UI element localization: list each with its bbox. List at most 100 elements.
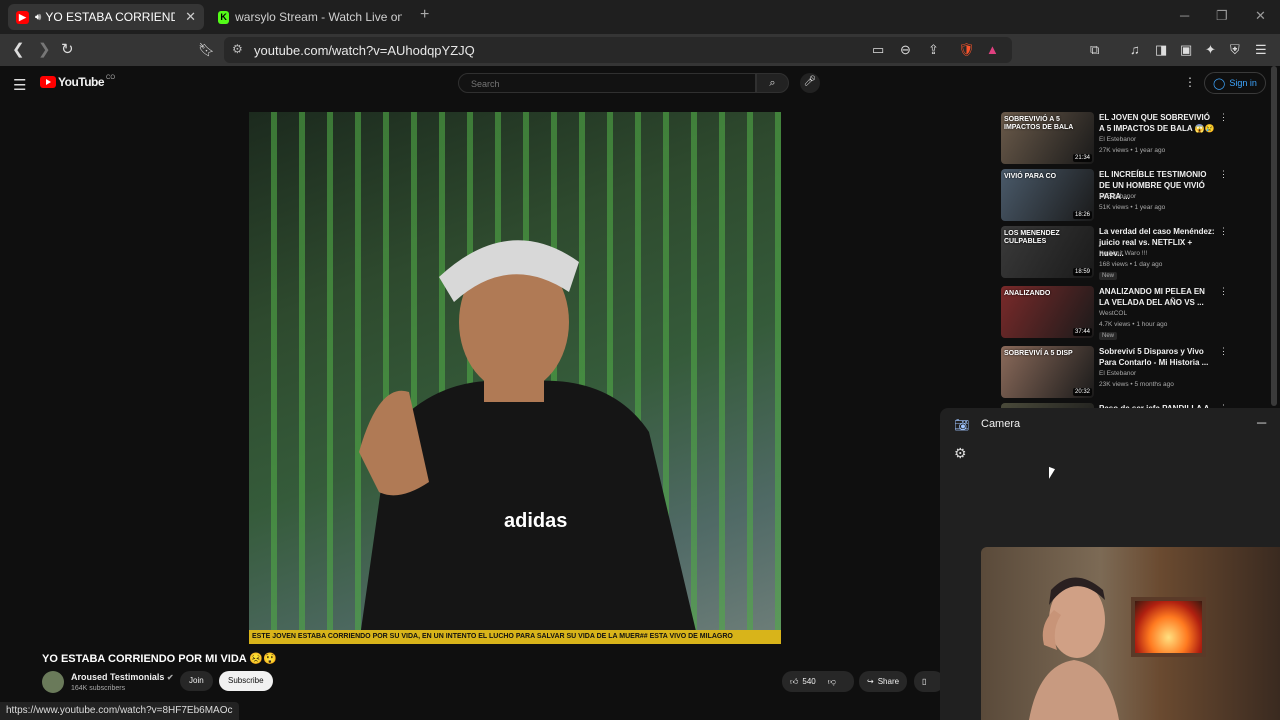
channel-avatar[interactable] (42, 671, 64, 693)
tab-youtube[interactable]: ▶ 🔊︎ YO ESTABA CORRIENDO POR ✕ (8, 4, 204, 30)
recommendation-thumbnail[interactable]: ANALIZANDO 37:44 (1001, 286, 1094, 338)
screenshot-icon[interactable]: ⧉ (1090, 42, 1099, 58)
reload-icon[interactable]: ↻ (61, 40, 74, 58)
join-button[interactable]: Join (180, 671, 213, 691)
recommendation-thumbnail[interactable]: LOS MENENDEZ CULPABLES 18:59 (1001, 226, 1094, 278)
forward-icon[interactable]: ❯ (38, 40, 51, 58)
recommendation-channel[interactable]: El Estebanor (1099, 193, 1136, 200)
video-player[interactable]: adidas (249, 112, 781, 644)
channel-name[interactable]: Aroused Testimonials ✔ (71, 672, 174, 682)
youtube-favicon: ▶ (16, 10, 29, 24)
tab-strip: ▶ 🔊︎ YO ESTABA CORRIENDO POR ✕ K warsylo… (0, 0, 1280, 34)
minimize-window-icon[interactable]: ─ (1180, 8, 1189, 23)
youtube-logo[interactable]: YouTube CO (40, 75, 115, 89)
site-info-icon[interactable]: ⚙ (232, 42, 243, 56)
url-text[interactable]: youtube.com/watch?v=AUhodqpYZJQ (254, 43, 475, 58)
vpn-icon[interactable]: ⛨ (1230, 42, 1240, 58)
recommendation-item[interactable]: SOBREVIVIÓ A 5 IMPACTOS DE BALA 21:34 EL… (1001, 112, 1231, 166)
zoom-icon[interactable]: ⊖ (900, 42, 911, 58)
recommendation-channel[interactable]: El Estebanor (1099, 136, 1136, 143)
address-bar[interactable]: ⚙ youtube.com/watch?v=AUhodqpYZJQ (224, 37, 1012, 63)
new-tab-button[interactable]: + (420, 6, 429, 24)
dislike-icon[interactable]: 👎︎ (828, 677, 836, 687)
recommendation-meta: 27K views • 1 year ago (1099, 147, 1166, 154)
share-label: Share (877, 677, 900, 686)
new-badge: New (1099, 332, 1118, 340)
fireplace (1131, 597, 1206, 657)
new-badge: New (1099, 272, 1118, 280)
youtube-logo-icon (40, 76, 56, 88)
more-actions-icon[interactable]: ⋮ (1219, 286, 1228, 297)
bookmark-icon[interactable]: 🔖︎ (198, 42, 215, 58)
search-box[interactable] (458, 73, 756, 93)
browser-toolbar: ❮ ❯ ↻ 🔖︎ ⚙ youtube.com/watch?v=AUhodqpYZ… (0, 34, 1280, 66)
mouse-cursor (1049, 466, 1055, 482)
minimize-camera-icon[interactable]: ─ (1257, 415, 1266, 430)
maximize-window-icon[interactable]: ❐ (1216, 8, 1228, 24)
recommendation-item[interactable]: SOBREVIVÍ A 5 DISP 20:32 Sobreviví 5 Dis… (1001, 346, 1231, 400)
sign-in-button[interactable]: ◯ Sign in (1204, 72, 1266, 94)
more-actions-icon[interactable]: ⋮ (1219, 112, 1228, 123)
share-arrow-icon: ↪ (867, 677, 874, 686)
more-actions-icon[interactable]: ⋮ (1219, 169, 1228, 180)
search-input[interactable] (459, 75, 755, 89)
share-icon[interactable]: ⇪ (928, 42, 939, 58)
leo-ai-icon[interactable]: ✦ (1205, 42, 1216, 58)
recommendation-title[interactable]: Sobreviví 5 Disparos y Vivo Para Contarl… (1099, 346, 1217, 368)
search-button[interactable]: ⌕ (756, 73, 789, 93)
more-actions-icon[interactable]: ⋮ (1219, 226, 1228, 237)
cast-icon[interactable]: ▭ (872, 42, 884, 58)
recommendation-channel[interactable]: No Limit Waro !!! (1099, 250, 1147, 257)
person-in-jacket: adidas (359, 240, 699, 644)
webcam-person (1029, 577, 1119, 720)
tab-title: warsylo Stream - Watch Live on Kick (235, 10, 402, 24)
close-window-icon[interactable]: ✕ (1255, 8, 1266, 24)
video-caption: ESTE JOVEN ESTABA CORRIENDO POR SU VIDA,… (249, 630, 781, 644)
recommendation-title[interactable]: EL JOVEN QUE SOBREVIVIÓ A 5 IMPACTOS DE … (1099, 112, 1217, 134)
like-icon[interactable]: 👍︎ (790, 677, 798, 687)
thumbnail-overlay-text: LOS MENENDEZ CULPABLES (1004, 230, 1060, 245)
brave-rewards-icon[interactable]: ▲ (986, 42, 999, 57)
verified-icon: ✔ (166, 673, 174, 682)
recommendation-item[interactable]: ANALIZANDO 37:44 ANALIZANDO MI PELEA EN … (1001, 286, 1231, 340)
menu-icon[interactable]: ☰ (1255, 42, 1267, 58)
camera-app-icon: 📷︎ (954, 418, 970, 432)
subscriber-count: 164K subscribers (71, 685, 126, 692)
recommendation-channel[interactable]: El Estebanor (1099, 370, 1136, 377)
voice-search-button[interactable]: 🎤︎ (800, 73, 820, 93)
back-icon[interactable]: ❮ (12, 40, 25, 58)
video-duration: 37:44 (1072, 328, 1092, 336)
recommendation-thumbnail[interactable]: VIVIÓ PARA CO 18:26 (1001, 169, 1094, 221)
guide-menu-icon[interactable]: ☰ (13, 76, 26, 94)
speaker-icon[interactable]: 🔊︎ (35, 12, 41, 23)
channel-name-text: Aroused Testimonials (71, 672, 165, 682)
country-code: CO (106, 75, 116, 81)
sign-in-label: Sign in (1229, 78, 1257, 88)
tab-kick[interactable]: K warsylo Stream - Watch Live on Kick (210, 4, 410, 30)
page-scrollbar[interactable] (1271, 66, 1277, 406)
recommendation-item[interactable]: VIVIÓ PARA CO 18:26 EL INCREÍBLE TESTIMO… (1001, 169, 1231, 223)
sidebar-icon[interactable]: ◨ (1155, 42, 1167, 58)
recommendation-title[interactable]: ANALIZANDO MI PELEA EN LA VELADA DEL AÑO… (1099, 286, 1217, 308)
recommendation-meta: 51K views • 1 year ago (1099, 204, 1166, 211)
more-actions-icon[interactable]: ⋮ (1219, 346, 1228, 357)
share-button[interactable]: ↪ Share (859, 671, 908, 692)
subscribe-button[interactable]: Subscribe (219, 671, 273, 691)
video-title: YO ESTABA CORRIENDO POR MI VIDA 😣😲 (42, 653, 277, 665)
recommendation-channel[interactable]: WestCOL (1099, 310, 1127, 317)
recommendation-thumbnail[interactable]: SOBREVIVIÓ A 5 IMPACTOS DE BALA 21:34 (1001, 112, 1094, 164)
brave-shield-icon[interactable]: 🛡︎ (958, 42, 975, 58)
recommendation-item[interactable]: LOS MENENDEZ CULPABLES 18:59 La verdad d… (1001, 226, 1231, 280)
status-bar-url: https://www.youtube.com/watch?v=8HF7Eb6M… (0, 702, 239, 720)
close-tab-icon[interactable]: ✕ (185, 9, 196, 25)
recommendation-meta: 4.7K views • 1 hour ago (1099, 321, 1168, 328)
media-icon[interactable]: ♫ (1130, 42, 1140, 57)
camera-settings-icon[interactable]: ⚙ (954, 445, 967, 462)
thumbnail-overlay-text: SOBREVIVÍ A 5 DISP (1004, 350, 1073, 357)
like-count[interactable]: 540 (802, 677, 815, 686)
settings-kebab-icon[interactable]: ⋮ (1184, 75, 1196, 89)
video-duration: 20:32 (1072, 388, 1092, 396)
wallet-icon[interactable]: ▣ (1180, 42, 1192, 58)
recommendation-thumbnail[interactable]: SOBREVIVÍ A 5 DISP 20:32 (1001, 346, 1094, 398)
kick-favicon: K (218, 10, 230, 24)
